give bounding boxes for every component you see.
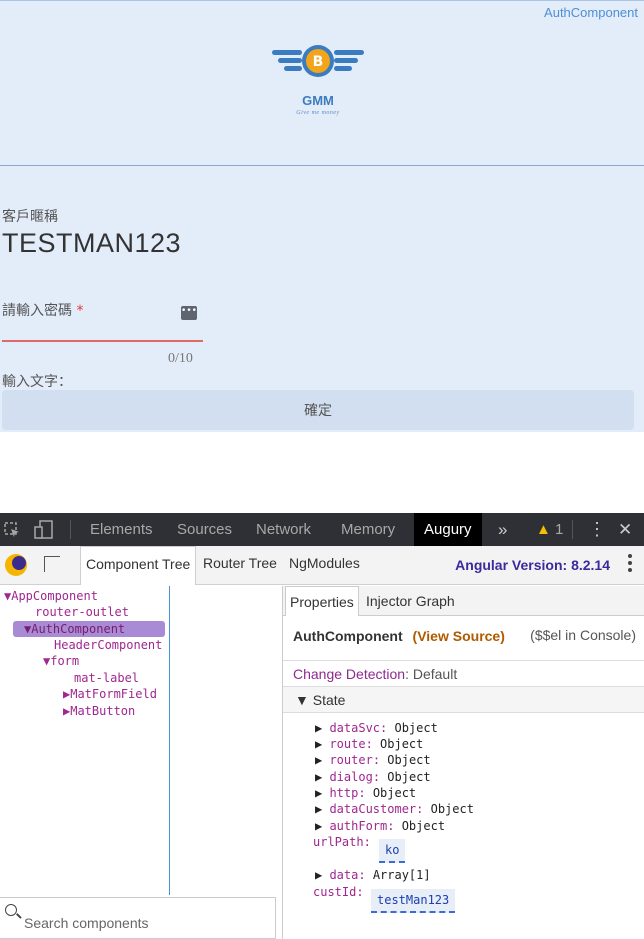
password-counter: 0/10 bbox=[168, 351, 193, 366]
gmm-logo-icon: B bbox=[272, 45, 364, 77]
custid-value-input[interactable]: testMan123 bbox=[371, 889, 456, 913]
state-prop-route[interactable]: ▶ route: Object bbox=[315, 736, 423, 752]
tab-memory[interactable]: Memory bbox=[341, 513, 395, 546]
brand-slogan: Give me money bbox=[296, 110, 340, 116]
app-header: AuthComponent B GMM Give me money bbox=[0, 0, 644, 166]
device-toolbar-icon[interactable] bbox=[34, 520, 54, 540]
tree-node-form[interactable]: ▼form bbox=[43, 653, 79, 669]
tree-node-appcomponent[interactable]: ▼AppComponent bbox=[4, 588, 98, 604]
customer-name: TESTMAN123 bbox=[2, 228, 182, 258]
component-tag: AuthComponent bbox=[544, 5, 638, 20]
state-prop-custid-key: custId: bbox=[313, 885, 364, 899]
warning-count: 1 bbox=[555, 521, 564, 538]
change-detection-row: Change Detection: Default bbox=[283, 660, 644, 687]
view-source-link[interactable]: (View Source) bbox=[413, 628, 505, 644]
brand-name: GMM bbox=[302, 93, 334, 108]
settings-menu-icon[interactable]: ⋮ bbox=[588, 513, 606, 546]
warnings-counter[interactable]: ▲ 1 bbox=[536, 513, 563, 546]
password-label-text: 請輸入密碼 bbox=[2, 303, 72, 319]
properties-panel: Properties Injector Graph AuthComponent … bbox=[282, 586, 644, 939]
svg-text:B: B bbox=[313, 54, 324, 70]
component-name: AuthComponent bbox=[293, 628, 403, 644]
devtools-toolbar: Elements Sources Network Memory Augury »… bbox=[0, 513, 644, 546]
tab-elements[interactable]: Elements bbox=[90, 513, 153, 546]
password-reveal-icon[interactable]: ••• bbox=[181, 306, 197, 320]
search-components-box[interactable]: Search components bbox=[0, 897, 276, 939]
more-tabs-icon[interactable]: » bbox=[498, 513, 507, 546]
state-section-toggle[interactable]: ▼ State bbox=[283, 687, 644, 713]
inspect-element-icon[interactable] bbox=[4, 522, 20, 538]
tab-network[interactable]: Network bbox=[256, 513, 311, 546]
tab-ngmodules[interactable]: NgModules bbox=[289, 546, 360, 584]
tab-injector-graph[interactable]: Injector Graph bbox=[366, 586, 455, 616]
password-input[interactable] bbox=[2, 340, 203, 342]
search-input[interactable]: Search components bbox=[24, 915, 149, 931]
toolbar-divider bbox=[70, 520, 71, 539]
theme-toggle-icon[interactable] bbox=[5, 554, 27, 576]
state-prop-dialog[interactable]: ▶ dialog: Object bbox=[315, 769, 431, 785]
tree-node-authcomponent[interactable]: ▼AuthComponent bbox=[13, 621, 165, 637]
augury-toolbar: Component Tree Router Tree NgModules Ang… bbox=[0, 546, 644, 585]
tree-node-headercomponent[interactable]: HeaderComponent bbox=[54, 637, 162, 653]
tab-properties[interactable]: Properties bbox=[285, 586, 359, 616]
console-hint: ($$el in Console) bbox=[530, 627, 636, 643]
hint-label: 輸入文字： bbox=[2, 374, 72, 390]
state-prop-data[interactable]: ▶ data: Array[1] bbox=[315, 867, 431, 883]
properties-tabs: Properties Injector Graph bbox=[283, 586, 644, 616]
augury-menu-icon[interactable] bbox=[628, 554, 632, 574]
tree-node-mat-label[interactable]: mat-label bbox=[74, 670, 139, 686]
password-field-label: 請輸入密碼 * bbox=[2, 300, 83, 320]
angular-version: Angular Version: 8.2.14 bbox=[455, 557, 610, 573]
tab-sources[interactable]: Sources bbox=[177, 513, 232, 546]
urlpath-value-input[interactable]: ko bbox=[379, 839, 406, 863]
search-icon bbox=[5, 904, 17, 916]
customer-label: 客戶暱稱 bbox=[2, 209, 58, 225]
app-viewport: AuthComponent B GMM Give me money 客戶暱稱 T… bbox=[0, 0, 644, 432]
tree-node-matbutton[interactable]: ▶MatButton bbox=[63, 703, 135, 719]
component-picker-icon[interactable] bbox=[44, 556, 60, 572]
tab-component-tree[interactable]: Component Tree bbox=[80, 546, 197, 585]
confirm-button[interactable]: 確定 bbox=[2, 390, 634, 430]
tab-router-tree[interactable]: Router Tree bbox=[203, 546, 277, 584]
state-prop-datasvc[interactable]: ▶ dataSvc: Object bbox=[315, 720, 438, 736]
warning-icon: ▲ bbox=[536, 521, 551, 538]
change-detection-value: : Default bbox=[405, 666, 458, 682]
required-mark: * bbox=[76, 303, 84, 319]
tab-augury[interactable]: Augury bbox=[414, 513, 482, 546]
close-devtools-icon[interactable]: ✕ bbox=[618, 513, 632, 546]
state-prop-datacustomer[interactable]: ▶ dataCustomer: Object bbox=[315, 801, 474, 817]
component-tree: ▼AppComponent router-outlet ▼AuthCompone… bbox=[0, 586, 170, 895]
state-prop-urlpath-key: urlPath: bbox=[313, 835, 371, 849]
selected-component-title: AuthComponent (View Source) bbox=[293, 628, 505, 644]
state-prop-authform[interactable]: ▶ authForm: Object bbox=[315, 818, 445, 834]
change-detection-key: Change Detection bbox=[293, 666, 406, 682]
tree-node-router-outlet[interactable]: router-outlet bbox=[35, 604, 129, 620]
toolbar-divider bbox=[572, 520, 573, 539]
state-prop-router[interactable]: ▶ router: Object bbox=[315, 752, 431, 768]
tree-node-matformfield[interactable]: ▶MatFormField bbox=[63, 686, 157, 702]
state-prop-http[interactable]: ▶ http: Object bbox=[315, 785, 416, 801]
